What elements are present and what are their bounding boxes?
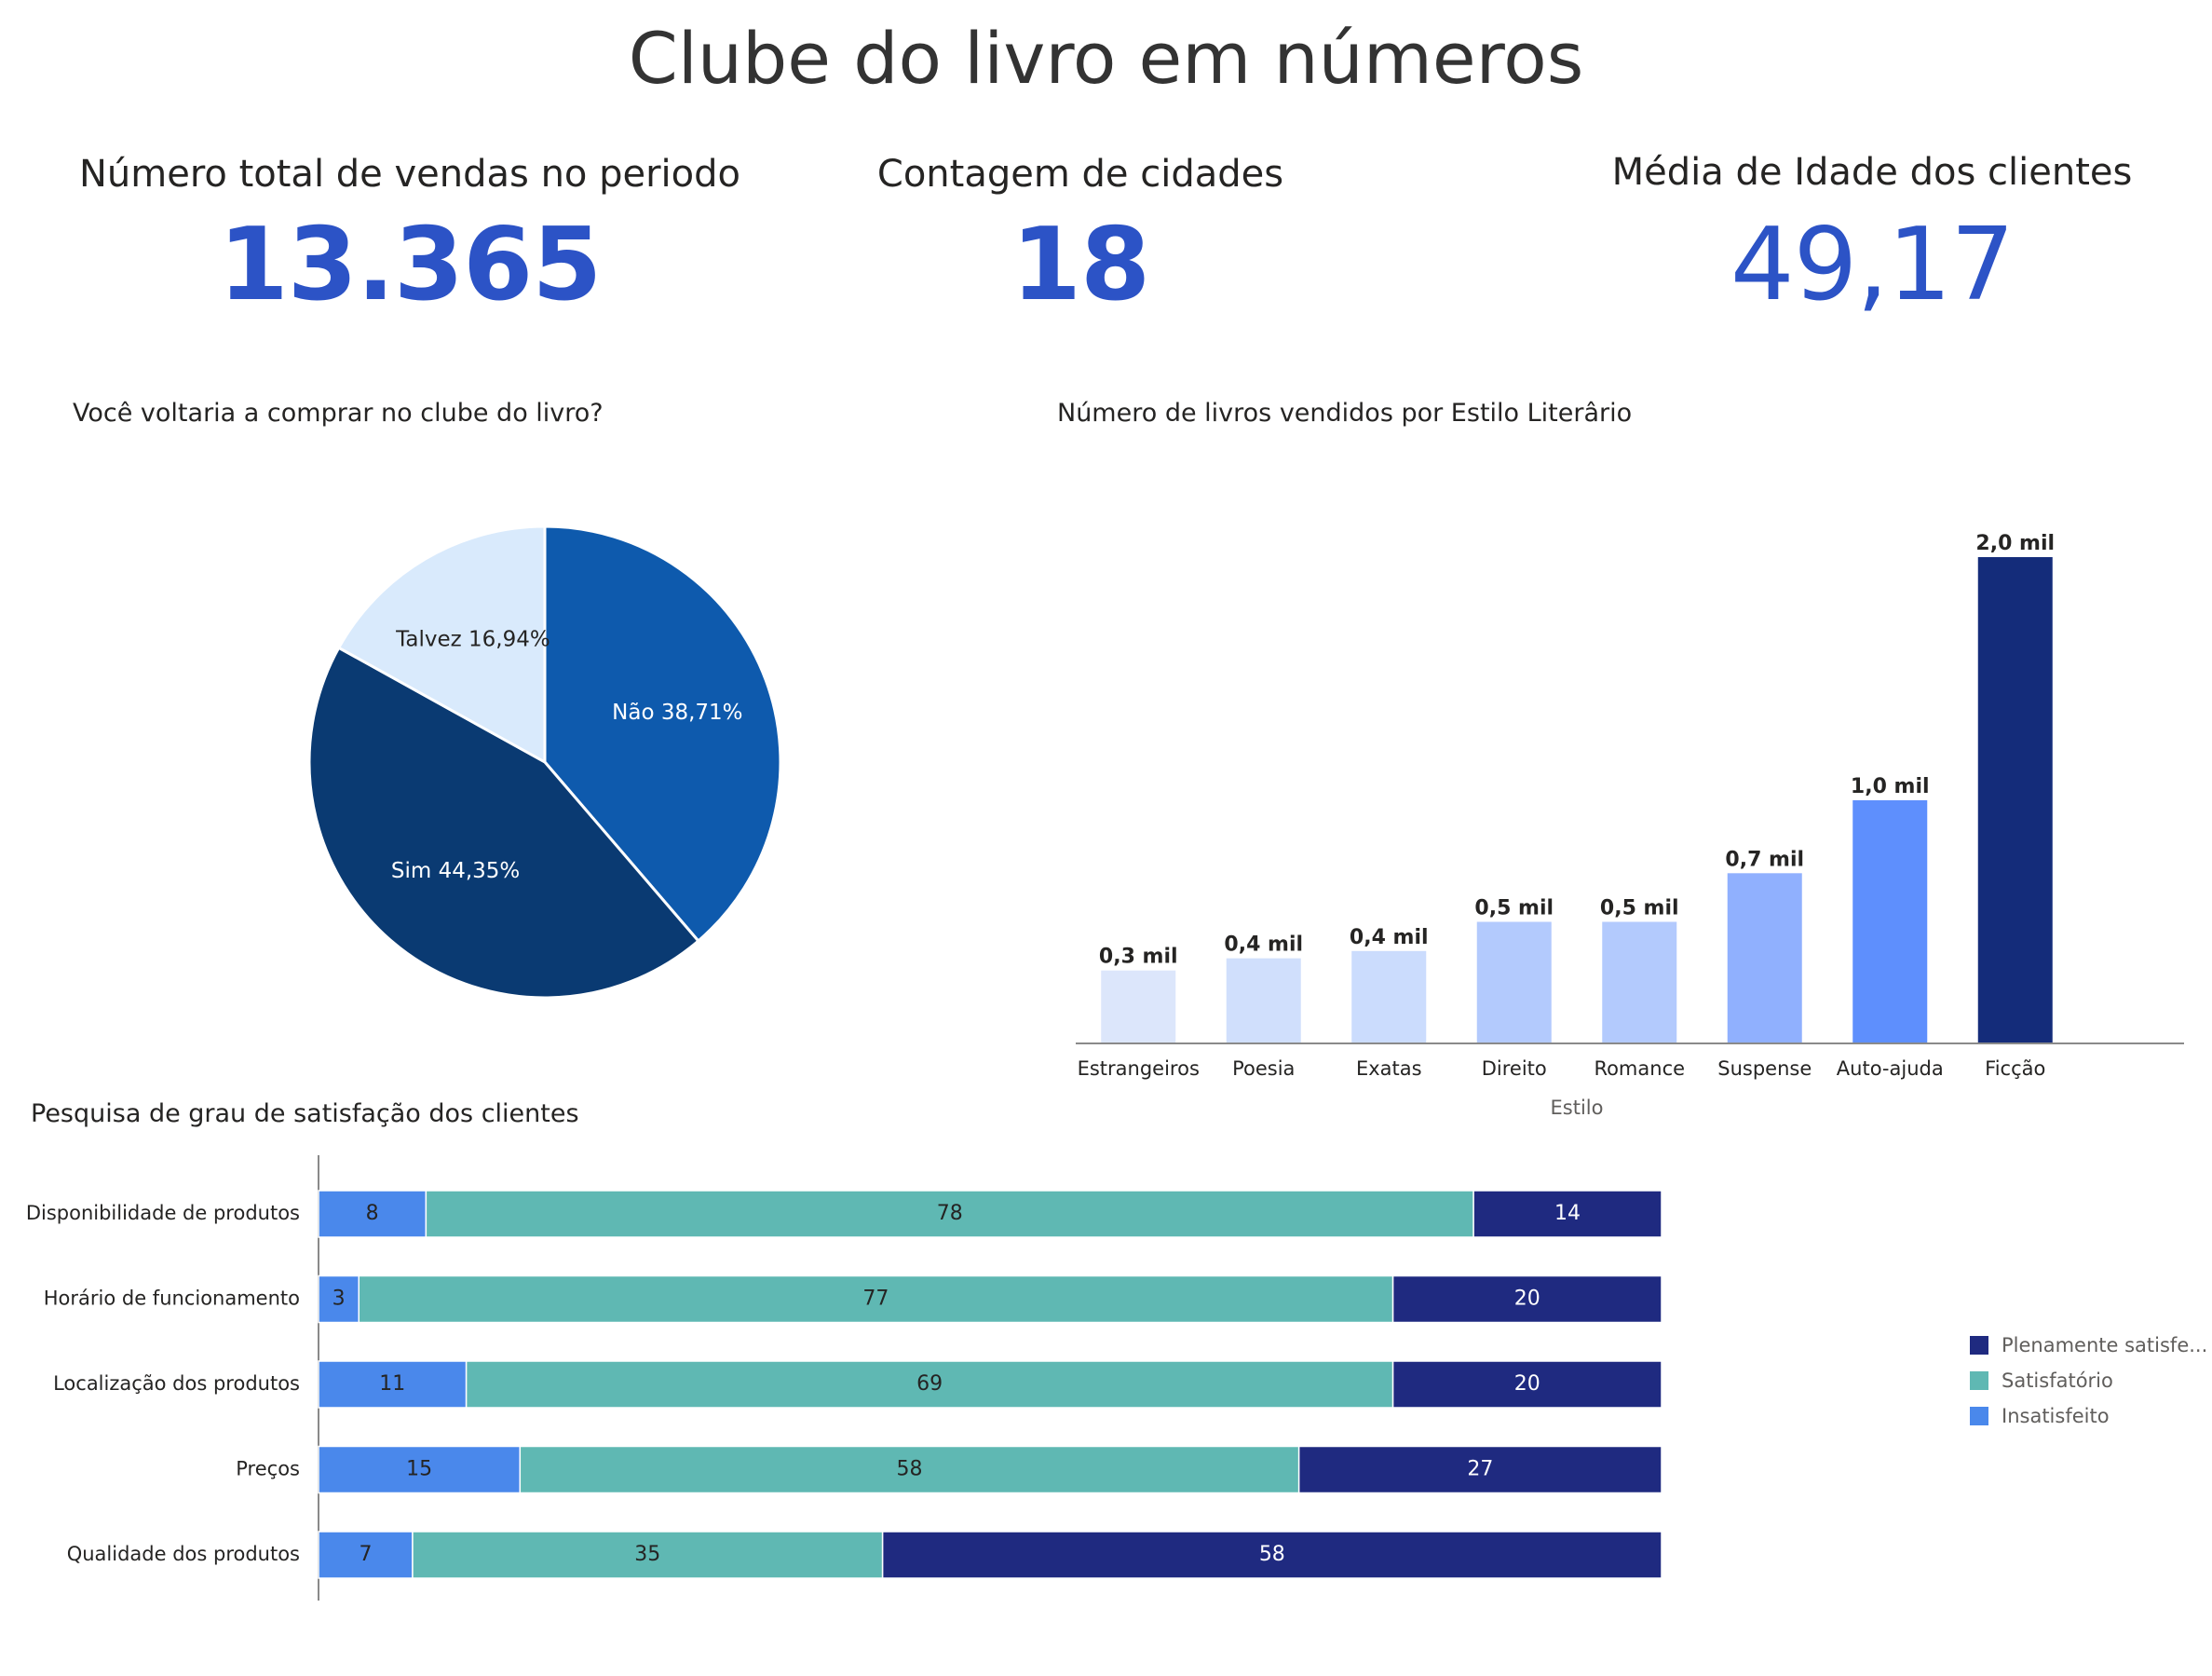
satisfaction-legend: Plenamente satisfe... Satisfatório Insat… (1970, 1328, 2207, 1434)
satisfaction-category-label: Qualidade dos produtos (67, 1543, 300, 1565)
legend-swatch-plenamente (1970, 1336, 1988, 1355)
satisfaction-chart-title: Pesquisa de grau de satisfação dos clien… (31, 1099, 579, 1128)
bar-suspense[interactable] (1727, 873, 1802, 1043)
bar-value-label: 0,5 mil (1474, 897, 1554, 920)
bar-value-label: 1,0 mil (1851, 775, 1930, 798)
pie-chart-title: Você voltaria a comprar no clube do livr… (73, 399, 604, 428)
satisfaction-segment-label: 3 (332, 1288, 346, 1311)
bar-value-label: 0,5 mil (1600, 897, 1679, 920)
satisfaction-category-label: Disponibilidade de produtos (26, 1202, 300, 1224)
kpi-label-cidades: Contagem de cidades (876, 153, 1284, 196)
satisfaction-category-label: Localização dos produtos (53, 1372, 300, 1395)
bar-value-label: 2,0 mil (1975, 532, 2055, 555)
satisfaction-segment-label: 69 (916, 1372, 943, 1396)
satisfaction-category-label: Preços (236, 1458, 300, 1480)
satisfaction-segment-label: 27 (1467, 1458, 1493, 1481)
satisfaction-category-label: Horário de funcionamento (44, 1288, 300, 1310)
bar-category-label: Estrangeiros (1078, 1057, 1200, 1080)
legend-item-satisfatorio[interactable]: Satisfatório (1970, 1363, 2207, 1398)
bar-category-label: Auto-ajuda (1837, 1057, 1944, 1080)
satisfaction-segment-label: 14 (1554, 1202, 1581, 1225)
kpi-value-idade: 49,17 (1730, 207, 2015, 323)
bar-value-label: 0,4 mil (1224, 933, 1303, 957)
satisfaction-segment-label: 8 (366, 1202, 379, 1225)
legend-swatch-insatisfeito (1970, 1407, 1988, 1425)
bar-category-label: Exatas (1356, 1057, 1422, 1080)
bar-ficção[interactable] (1977, 557, 2053, 1043)
legend-item-insatisfeito[interactable]: Insatisfeito (1970, 1398, 2207, 1434)
pie-label-sim: Sim 44,35% (391, 859, 520, 883)
bar-x-axis-title: Estilo (1551, 1097, 1604, 1119)
bar-category-label: Direito (1482, 1057, 1547, 1080)
bar-value-label: 0,3 mil (1099, 946, 1178, 969)
satisfaction-segment-label: 11 (379, 1372, 405, 1396)
satisfaction-segment-label: 20 (1514, 1372, 1540, 1396)
satisfaction-segment-label: 20 (1514, 1288, 1540, 1311)
pie-label-não: Não 38,71% (612, 701, 742, 725)
satisfaction-segment-label: 7 (359, 1543, 372, 1566)
pie-chart: Não 38,71% Sim 44,35% Talvez 16,94% (307, 525, 782, 1000)
bar-exatas[interactable] (1351, 950, 1427, 1043)
bar-category-label: Ficção (1985, 1057, 2045, 1080)
pie-label-talvez: Talvez 16,94% (395, 628, 550, 652)
bar-direito[interactable] (1476, 921, 1552, 1044)
bar-category-label: Suspense (1717, 1057, 1812, 1080)
bar-romance[interactable] (1602, 921, 1677, 1044)
satisfaction-segment-label: 58 (896, 1458, 922, 1481)
satisfaction-chart: Disponibilidade de produtos 8 78 14 Horário … (26, 1155, 1662, 1601)
bar-chart: 0,3 mil Estrangeiros 0,4 mil Poesia 0,4 mil E… (1076, 532, 2184, 1119)
page-title: Clube do livro em números (628, 17, 1584, 100)
legend-label-satisfatorio: Satisfatório (2002, 1369, 2113, 1392)
bar-estrangeiros[interactable] (1101, 970, 1176, 1043)
kpi-value-vendas: 13.365 (218, 207, 603, 323)
bar-category-label: Poesia (1232, 1057, 1295, 1080)
bar-value-label: 0,4 mil (1350, 926, 1429, 949)
satisfaction-segment-label: 77 (862, 1288, 889, 1311)
bar-poesia[interactable] (1226, 958, 1301, 1043)
kpi-label-idade: Média de Idade dos clientes (1611, 151, 2133, 194)
bar-chart-title: Número de livros vendidos por Estilo Lit… (1057, 399, 1633, 428)
legend-label-insatisfeito: Insatisfeito (2002, 1405, 2110, 1427)
kpi-label-vendas: Número total de vendas no periodo (78, 153, 741, 196)
satisfaction-segment-label: 15 (406, 1458, 432, 1481)
legend-item-plenamente[interactable]: Plenamente satisfe... (1970, 1328, 2207, 1363)
kpi-value-cidades: 18 (1011, 207, 1150, 323)
bar-auto-ajuda[interactable] (1852, 800, 1928, 1043)
satisfaction-segment-label: 58 (1259, 1543, 1285, 1566)
legend-swatch-satisfatorio (1970, 1371, 1988, 1390)
legend-label-plenamente: Plenamente satisfe... (2002, 1334, 2208, 1356)
bar-category-label: Romance (1594, 1057, 1685, 1080)
satisfaction-segment-label: 78 (937, 1202, 963, 1225)
satisfaction-segment-label: 35 (634, 1543, 660, 1566)
bar-value-label: 0,7 mil (1725, 848, 1804, 871)
